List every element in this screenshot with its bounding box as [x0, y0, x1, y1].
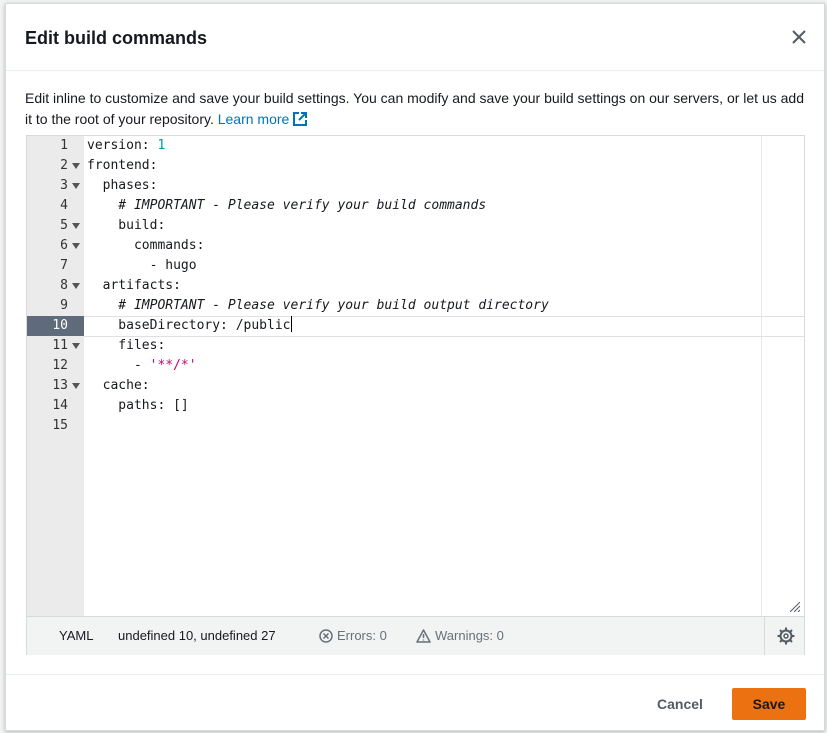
line-number: 7: [60, 258, 68, 273]
code-line-1: version: 1: [87, 136, 804, 156]
code-line-14: paths: []: [87, 398, 189, 413]
warning-icon: [416, 629, 431, 643]
line-number: 3: [60, 178, 68, 193]
line-number: 9: [60, 298, 68, 313]
code-line-3: phases:: [87, 178, 158, 193]
code-line-13: cache:: [87, 378, 150, 393]
code-area[interactable]: version: 1 frontend: phases: # IMPORTANT…: [84, 136, 804, 616]
code-line-11: files:: [87, 338, 166, 353]
code-text: version:: [87, 138, 158, 153]
cancel-button[interactable]: Cancel: [642, 688, 718, 720]
line-number: 13: [52, 378, 68, 393]
gutter-row: 2: [27, 156, 84, 176]
gutter-row: 3: [27, 176, 84, 196]
warnings-label: Warnings: 0: [435, 628, 504, 643]
code-number: 1: [157, 138, 166, 153]
gutter-row: 9: [27, 296, 84, 316]
fold-arrow-icon[interactable]: [72, 163, 80, 169]
gutter-row: 8: [27, 276, 84, 296]
errors-indicator[interactable]: Errors: 0: [319, 617, 387, 655]
modal-title: Edit build commands: [25, 28, 208, 48]
line-number: 12: [52, 358, 68, 373]
warnings-indicator[interactable]: Warnings: 0: [416, 617, 504, 655]
code-line-4: # IMPORTANT - Please verify your build c…: [87, 198, 487, 213]
code-text: baseDirectory: /public: [87, 318, 291, 333]
code-line-12: - '**/*': [87, 356, 804, 376]
fold-arrow-icon[interactable]: [72, 343, 80, 349]
modal-description: Edit inline to customize and save your b…: [25, 88, 805, 130]
cursor-position: undefined 10, undefined 27: [118, 628, 276, 643]
line-number: 1: [60, 138, 68, 153]
gutter-row: 7: [27, 256, 84, 276]
gutter-row: 5: [27, 216, 84, 236]
code-text: -: [87, 358, 150, 373]
gutter-row: 13: [27, 376, 84, 396]
gutter-row: 12: [27, 356, 84, 376]
code-string: '**/*': [149, 358, 197, 373]
gutter-row: 15: [27, 416, 84, 436]
resize-grip-icon[interactable]: [790, 602, 800, 612]
close-icon: [792, 30, 806, 44]
gutter-row: 11: [27, 336, 84, 356]
edit-build-commands-modal: Edit build commands Edit inline to custo…: [5, 3, 825, 731]
language-mode: YAML: [59, 628, 94, 643]
gutter-row: 14: [27, 396, 84, 416]
error-icon: [319, 629, 333, 643]
fold-arrow-icon[interactable]: [72, 183, 80, 189]
gutter-row: 6: [27, 236, 84, 256]
code-line-10: baseDirectory: /public: [87, 316, 804, 336]
fold-arrow-icon[interactable]: [72, 283, 80, 289]
code-line-9: # IMPORTANT - Please verify your build o…: [87, 298, 549, 313]
learn-more-label: Learn more: [217, 111, 290, 127]
line-number: 10: [52, 318, 68, 333]
errors-label: Errors: 0: [337, 628, 387, 643]
line-number: 14: [52, 398, 68, 413]
code-line-7: - hugo: [87, 258, 197, 273]
line-number: 2: [60, 158, 68, 173]
fold-arrow-icon[interactable]: [72, 223, 80, 229]
line-number: 11: [52, 338, 68, 353]
status-divider: [764, 617, 765, 655]
gear-icon[interactable]: [777, 627, 795, 645]
gutter-row: 1: [27, 136, 84, 156]
code-line-6: commands:: [87, 238, 205, 253]
close-button[interactable]: [788, 26, 810, 48]
save-button[interactable]: Save: [732, 688, 806, 720]
modal-header: Edit build commands: [6, 4, 824, 71]
modal-footer-divider: [6, 674, 824, 675]
editor-status-bar: YAML undefined 10, undefined 27 Errors: …: [27, 616, 804, 655]
learn-more-link[interactable]: Learn more: [218, 111, 308, 127]
description-text: Edit inline to customize and save your b…: [25, 90, 804, 127]
code-line-2: frontend:: [87, 158, 158, 173]
line-number: 4: [60, 198, 68, 213]
editor-gutter: 1 2 3 4 5 6 7 8 9 10 11 12 13 14 15: [27, 136, 84, 616]
code-line-8: artifacts:: [87, 278, 181, 293]
code-line-5: build:: [87, 218, 166, 233]
external-link-icon: [293, 112, 308, 126]
gutter-row: 10: [27, 316, 84, 336]
fold-arrow-icon[interactable]: [72, 383, 80, 389]
line-number: 5: [60, 218, 68, 233]
text-cursor: [290, 316, 292, 332]
line-number: 6: [60, 238, 68, 253]
code-editor[interactable]: 1 2 3 4 5 6 7 8 9 10 11 12 13 14 15 version: 1 fronten…: [26, 135, 805, 655]
line-number: 8: [60, 278, 68, 293]
line-number: 15: [52, 418, 68, 433]
fold-arrow-icon[interactable]: [72, 243, 80, 249]
gutter-row: 4: [27, 196, 84, 216]
